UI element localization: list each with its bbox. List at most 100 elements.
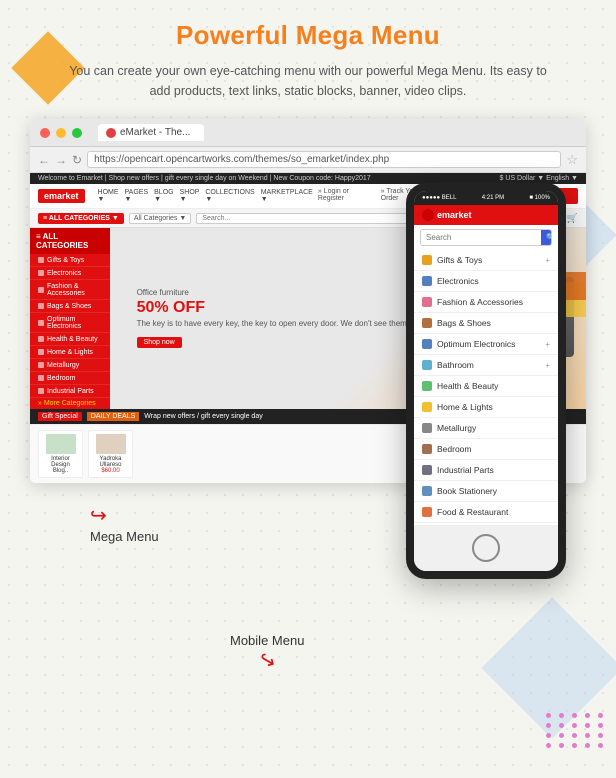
page-title: Powerful Mega Menu <box>30 20 586 51</box>
electronics-icon <box>422 276 432 286</box>
fashion-icon <box>422 297 432 307</box>
browser-url-bar: ← → ↻ https://opencart.opencartworks.com… <box>30 147 586 173</box>
phone-menu-gifts[interactable]: Gifts & Toys + <box>414 250 558 271</box>
mega-menu-label: Mega Menu <box>90 529 159 544</box>
more-categories[interactable]: » More Categories <box>30 398 110 409</box>
mobile-menu-label-group: Mobile Menu ↪ <box>230 633 304 673</box>
browser-tab-icon <box>106 128 116 138</box>
labels-area: ↪ Mega Menu Mobile Menu ↪ ●●●●● BELL 4:2… <box>30 473 586 693</box>
gift-badge: Gift Special <box>38 412 82 421</box>
sidebar-item-metallurgy[interactable]: Metallurgy <box>30 359 110 372</box>
forward-button[interactable]: → <box>55 153 67 167</box>
nav-login[interactable]: » Login or Register <box>318 188 375 204</box>
nav-shop[interactable]: SHOP ▼ <box>180 189 200 203</box>
health-icon <box>422 381 432 391</box>
phone-menu-list: Gifts & Toys + Electronics Fashion & Acc… <box>414 250 558 523</box>
mega-menu-arrow: ↪ <box>90 503 159 528</box>
sidebar-item-health[interactable]: Health & Beauty <box>30 333 110 346</box>
hero-shop-btn[interactable]: Shop now <box>137 337 182 348</box>
product-price-2: $60.00 <box>101 468 119 474</box>
product-card-2[interactable]: Yadroka Ullareso $60.00 <box>88 430 133 478</box>
phone-notch: ●●●●● BELL 4:21 PM ■ 100% <box>414 191 558 205</box>
phone-menu-health[interactable]: Health & Beauty <box>414 376 558 397</box>
bookmark-icon[interactable]: ☆ <box>566 152 578 168</box>
phone-search-button[interactable]: 🔍 <box>541 230 552 245</box>
phone-menu-optimum[interactable]: Optimum Electronics + <box>414 334 558 355</box>
sidebar-item-home[interactable]: Home & Lights <box>30 346 110 359</box>
phone-menu-homelights[interactable]: Home & Lights <box>414 397 558 418</box>
phone-menu-metallurgy[interactable]: Metallurgy <box>414 418 558 439</box>
sidebar-header: ≡ ALL CATEGORIES <box>30 228 110 254</box>
phone-menu-electronics[interactable]: Electronics <box>414 271 558 292</box>
page-wrapper: Powerful Mega Menu You can create your o… <box>0 0 616 723</box>
home-lights-icon <box>422 402 432 412</box>
phone-search-input[interactable] <box>421 230 541 245</box>
nav-pages[interactable]: PAGES ▼ <box>125 189 149 203</box>
site-nav-links: HOME ▼ PAGES ▼ BLOG ▼ SHOP ▼ COLLECTIONS… <box>98 189 313 203</box>
nav-home[interactable]: HOME ▼ <box>98 189 119 203</box>
sidebar-item-industrial[interactable]: Industrial Parts <box>30 385 110 398</box>
sidebar-item-bedroom[interactable]: Bedroom <box>30 372 110 385</box>
bags-icon <box>422 318 432 328</box>
sidebar-item-optimum[interactable]: Optimum Electronics <box>30 313 110 333</box>
gift-text: Wrap new offers / gift every single day <box>144 413 262 420</box>
phone-search: 🔍 <box>420 229 552 246</box>
phone-menu-book[interactable]: Book Stationery <box>414 481 558 502</box>
product-name-1b: Blog.. <box>53 468 68 474</box>
page-subtitle: You can create your own eye-catching men… <box>30 61 586 101</box>
phone-menu-bags[interactable]: Bags & Shoes <box>414 313 558 334</box>
daily-deals-badge: DAILY DEALS <box>87 412 140 421</box>
book-icon <box>422 486 432 496</box>
all-categories-btn[interactable]: ≡ ALL CATEGORIES ▼ <box>38 213 124 224</box>
sidebar-item-electronics[interactable]: Electronics <box>30 267 110 280</box>
phone-home-button[interactable] <box>472 534 500 562</box>
bedroom-icon <box>422 444 432 454</box>
site-sidebar: ≡ ALL CATEGORIES Gifts & Toys Electronic… <box>30 228 110 409</box>
nav-collections[interactable]: COLLECTIONS ▼ <box>205 189 254 203</box>
phone-menu-bedroom[interactable]: Bedroom <box>414 439 558 460</box>
product-card-1[interactable]: Interior Design Blog.. <box>38 430 83 478</box>
refresh-button[interactable]: ↻ <box>72 153 82 167</box>
mega-menu-label-group: ↪ Mega Menu <box>90 503 159 546</box>
phone-time: 4:21 PM <box>482 195 504 201</box>
site-logo[interactable]: emarket <box>38 189 85 203</box>
cart-icon-small[interactable]: 🛒 <box>567 213 578 224</box>
phone-menu-industrial[interactable]: Industrial Parts <box>414 460 558 481</box>
phone-menu-fashion[interactable]: Fashion & Accessories <box>414 292 558 313</box>
nav-blog[interactable]: BLOG ▼ <box>154 189 173 203</box>
gifts-icon <box>422 255 432 265</box>
sidebar-item-fashion[interactable]: Fashion & Accessories <box>30 280 110 300</box>
topbar-right: $ US Dollar ▼ English ▼ <box>500 175 578 182</box>
product-img-1 <box>46 434 76 454</box>
phone-menu-bathroom[interactable]: Bathroom + <box>414 355 558 376</box>
browser-chrome-bar: eMarket - The... <box>30 119 586 147</box>
phone-signal: ●●●●● BELL <box>422 195 456 201</box>
product-name-1: Interior Design <box>42 456 79 468</box>
food-icon <box>422 507 432 517</box>
nav-marketplace[interactable]: MARKETPLACE ▼ <box>261 189 313 203</box>
phone-screen: emarket 🔍 Gifts & Toys + <box>414 205 558 525</box>
metallurgy-icon <box>422 423 432 433</box>
url-input[interactable]: https://opencart.opencartworks.com/theme… <box>87 151 561 168</box>
sidebar-item-bags[interactable]: Bags & Shoes <box>30 300 110 313</box>
product-name-2: Yadroka Ullareso <box>92 456 129 468</box>
dot-red[interactable] <box>40 128 50 138</box>
phone-battery: ■ 100% <box>529 195 550 201</box>
topbar-left: Welcome to Emarket | Shop new offers | g… <box>38 175 371 182</box>
dot-green[interactable] <box>72 128 82 138</box>
phone-logo: emarket <box>414 205 558 225</box>
phone-bottom-bar <box>414 525 558 571</box>
phone-mockup-wrapper: ●●●●● BELL 4:21 PM ■ 100% emarket 🔍 <box>406 183 566 579</box>
optimum-icon <box>422 339 432 349</box>
industrial-icon <box>422 465 432 475</box>
phone-logo-icon <box>422 209 434 221</box>
phone-menu-food[interactable]: Food & Restaurant <box>414 502 558 523</box>
back-button[interactable]: ← <box>38 153 50 167</box>
dot-yellow[interactable] <box>56 128 66 138</box>
browser-tab[interactable]: eMarket - The... <box>98 124 204 141</box>
bathroom-icon <box>422 360 432 370</box>
sidebar-item-gifts[interactable]: Gifts & Toys <box>30 254 110 267</box>
phone-mockup: ●●●●● BELL 4:21 PM ■ 100% emarket 🔍 <box>406 183 566 579</box>
browser-tab-label: eMarket - The... <box>120 127 190 138</box>
search-category-select[interactable]: All Categories ▼ <box>129 213 191 224</box>
